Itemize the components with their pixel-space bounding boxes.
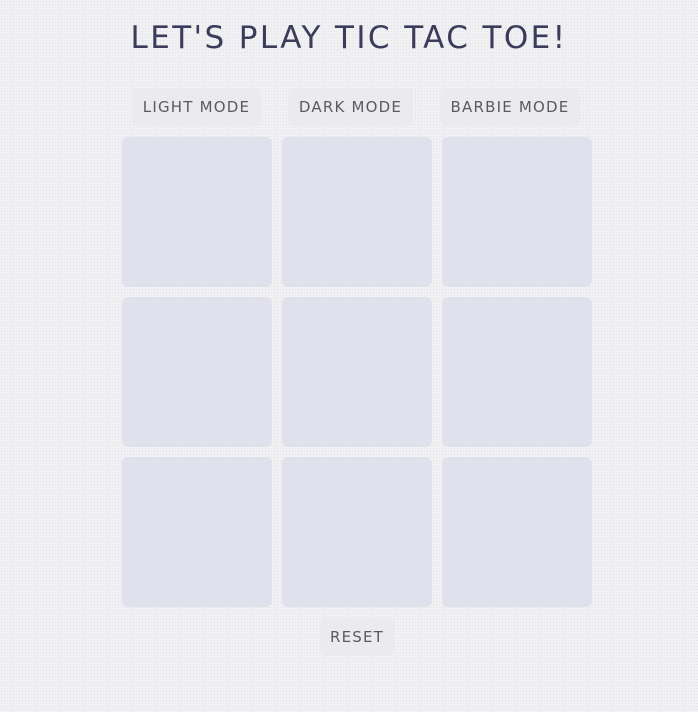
board-cell-4[interactable] [122,297,272,447]
light-mode-button[interactable]: LIGHT MODE [132,88,261,126]
board-cell-5[interactable] [282,297,432,447]
board-cell-9[interactable] [442,457,592,607]
dark-mode-button[interactable]: DARK MODE [288,88,413,126]
board-cell-6[interactable] [442,297,592,447]
board-cell-7[interactable] [122,457,272,607]
game-board [122,137,592,607]
page-title: LET'S PLAY TIC TAC TOE! [130,20,568,56]
board-cell-3[interactable] [442,137,592,287]
reset-button[interactable]: RESET [320,618,394,656]
board-cell-8[interactable] [282,457,432,607]
barbie-mode-button[interactable]: BARBIE MODE [440,88,580,126]
board-cell-2[interactable] [282,137,432,287]
board-cell-1[interactable] [122,137,272,287]
